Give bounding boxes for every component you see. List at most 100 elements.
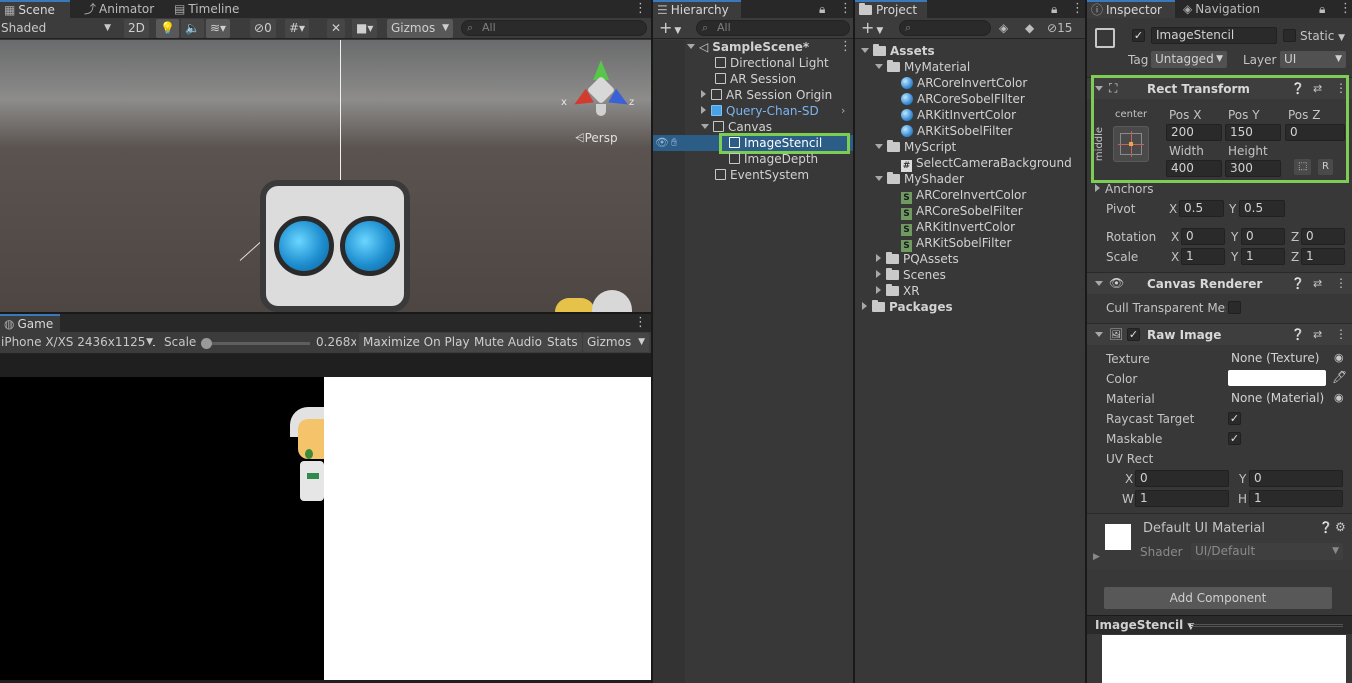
uv-y-field[interactable]: 0: [1249, 470, 1343, 487]
tab-navigation[interactable]: ◈ Navigation: [1179, 0, 1279, 18]
anchors-row[interactable]: Anchors: [1095, 181, 1154, 197]
active-checkbox[interactable]: ✓: [1132, 29, 1145, 42]
eyedropper-icon[interactable]: 🖊︎: [1332, 370, 1347, 384]
lighting-icon[interactable]: 💡: [156, 19, 179, 38]
preview-drag-handle[interactable]: [1191, 624, 1343, 627]
rot-x-field[interactable]: 0: [1181, 228, 1225, 245]
static-label[interactable]: Static ▼: [1300, 28, 1345, 46]
folder-scenes[interactable]: Scenes: [876, 267, 946, 283]
assets-root[interactable]: Assets: [861, 43, 935, 59]
maximize-on-play-button[interactable]: Maximize On Play: [359, 333, 474, 352]
scene-viewport[interactable]: x z ⩤Persp: [0, 40, 651, 312]
tag-dropdown[interactable]: Untagged ▼: [1151, 51, 1227, 68]
hidden-packages-toggle[interactable]: ⊘15: [1047, 21, 1072, 35]
add-component-button[interactable]: Add Component: [1104, 587, 1332, 609]
create-button[interactable]: + ▼: [659, 19, 681, 40]
help-icon[interactable]: ❔: [1291, 328, 1305, 341]
canvas-renderer-header[interactable]: 👁︎ Canvas Renderer ❔ ⇄ ⋮: [1087, 272, 1352, 294]
help-icon[interactable]: ❔: [1291, 277, 1305, 290]
raycast-target-checkbox[interactable]: ✓: [1228, 412, 1241, 425]
grid-icon[interactable]: #▾: [285, 19, 310, 38]
width-field[interactable]: 400: [1166, 160, 1222, 177]
asset-material[interactable]: ARKitInvertColor: [901, 107, 1016, 123]
pos-z-field[interactable]: 0: [1285, 124, 1345, 141]
effects-icon[interactable]: ≋▾: [206, 19, 231, 38]
scale-x-field[interactable]: 1: [1181, 248, 1225, 265]
asset-shader[interactable]: S ARCoreSobelFilter: [901, 203, 1023, 220]
scene-menu-icon[interactable]: ⋮: [634, 2, 647, 16]
pos-y-field[interactable]: 150: [1225, 124, 1281, 141]
help-icon[interactable]: ❔: [1319, 521, 1333, 534]
mode-2d-button[interactable]: 2D: [124, 19, 149, 38]
hierarchy-item-query-chan[interactable]: Query-Chan-SD: [701, 103, 819, 119]
object-name-field[interactable]: ImageStencil: [1151, 27, 1277, 44]
object-picker-icon[interactable]: ◉: [1334, 391, 1344, 404]
scale-y-field[interactable]: 1: [1241, 248, 1285, 265]
folder-myshader[interactable]: MyShader: [875, 171, 964, 187]
texture-field[interactable]: None (Texture): [1226, 350, 1346, 367]
component-menu-icon[interactable]: ⋮: [1335, 327, 1347, 341]
project-search-input[interactable]: ⌕: [899, 20, 991, 36]
height-field[interactable]: 300: [1225, 160, 1281, 177]
asset-material[interactable]: ARCoreSobelFIlter: [901, 91, 1025, 107]
search-by-label-icon[interactable]: ◆: [1025, 21, 1034, 35]
hierarchy-item-ar-session-origin[interactable]: AR Session Origin: [701, 87, 832, 103]
search-by-type-icon[interactable]: ◈: [999, 21, 1008, 35]
blueprint-mode-button[interactable]: ⬚: [1294, 159, 1312, 175]
uv-h-field[interactable]: 1: [1249, 490, 1343, 507]
create-button[interactable]: + ▼: [861, 19, 883, 40]
hierarchy-search-input[interactable]: ⌕ All: [696, 20, 850, 36]
asset-script[interactable]: # SelectCameraBackground: [901, 155, 1072, 172]
hierarchy-item-imagestencil[interactable]: ImageStencil: [729, 135, 822, 151]
component-menu-icon[interactable]: ⋮: [1335, 81, 1347, 95]
resolution-dropdown[interactable]: iPhone X/XS 2436x1125 L ▼: [1, 334, 155, 351]
folder-myscript[interactable]: MyScript: [875, 139, 956, 155]
expand-arrow-icon[interactable]: ▶: [1093, 552, 1100, 562]
presets-icon[interactable]: ⇄: [1313, 277, 1322, 290]
object-picker-icon[interactable]: ◉: [1334, 351, 1344, 364]
tab-hierarchy[interactable]: ☰ Hierarchy: [653, 0, 741, 18]
presets-icon[interactable]: ⇄: [1313, 82, 1322, 95]
hierarchy-item-ar-session[interactable]: AR Session: [715, 71, 796, 87]
shading-dropdown[interactable]: Shaded ▼: [1, 20, 115, 37]
rect-transform-header[interactable]: ⛶ Rect Transform ❔ ⇄ ⋮: [1087, 77, 1352, 99]
scene-search-input[interactable]: ⌕ All: [461, 20, 647, 36]
hierarchy-item-eventsystem[interactable]: EventSystem: [715, 167, 809, 183]
tab-inspector[interactable]: ⓘ Inspector: [1087, 0, 1175, 18]
audio-icon[interactable]: 🔈: [181, 19, 204, 38]
cull-transparent-checkbox[interactable]: [1228, 301, 1241, 314]
raw-image-header[interactable]: 🖼︎ ✓ Raw Image ❔ ⇄ ⋮: [1087, 323, 1352, 345]
orientation-gizmo[interactable]: x z: [561, 60, 637, 130]
folder-mymaterial[interactable]: MyMaterial: [875, 59, 970, 75]
scale-z-field[interactable]: 1: [1301, 248, 1345, 265]
help-icon[interactable]: ❔: [1291, 82, 1305, 95]
material-field[interactable]: None (Material): [1226, 390, 1346, 407]
tab-scene[interactable]: ▦ Scene: [0, 0, 70, 18]
game-menu-icon[interactable]: ⋮: [634, 316, 647, 330]
hierarchy-item-imagedepth[interactable]: ImageDepth: [729, 151, 818, 167]
hierarchy-item-canvas[interactable]: Canvas: [701, 119, 772, 135]
asset-shader[interactable]: S ARKitInvertColor: [901, 219, 1015, 236]
shader-dropdown[interactable]: UI/Default ▼: [1191, 543, 1343, 560]
scale-slider-track[interactable]: [205, 342, 310, 345]
hierarchy-menu-icon[interactable]: ⋮: [839, 2, 852, 16]
color-swatch[interactable]: [1228, 370, 1326, 386]
tab-animator[interactable]: ⤴ Animator: [80, 0, 160, 18]
scale-slider-handle[interactable]: [201, 338, 212, 349]
scene-root[interactable]: ◁ SampleScene*: [687, 39, 809, 55]
project-menu-icon[interactable]: ⋮: [1071, 2, 1084, 16]
stats-button[interactable]: Stats: [543, 333, 582, 352]
pivot-x-field[interactable]: 0.5: [1179, 200, 1224, 217]
component-menu-icon[interactable]: ⋮: [1335, 276, 1347, 290]
prefab-open-arrow-icon[interactable]: ›: [841, 104, 845, 117]
game-gizmos-button[interactable]: Gizmos ▼: [583, 333, 649, 352]
pos-x-field[interactable]: 200: [1166, 124, 1222, 141]
lock-icon[interactable]: 🔒︎: [1051, 2, 1057, 16]
presets-icon[interactable]: ⇄: [1313, 328, 1322, 341]
gizmos-dropdown[interactable]: Gizmos ▼: [387, 19, 453, 38]
scene-row-menu-icon[interactable]: ⋮: [839, 40, 852, 54]
pickable-hand-icon[interactable]: ✋︎: [671, 135, 677, 151]
tools-icon[interactable]: ✕: [327, 19, 346, 38]
uv-x-field[interactable]: 0: [1135, 470, 1229, 487]
hidden-objects-toggle[interactable]: ⊘0: [250, 19, 276, 38]
